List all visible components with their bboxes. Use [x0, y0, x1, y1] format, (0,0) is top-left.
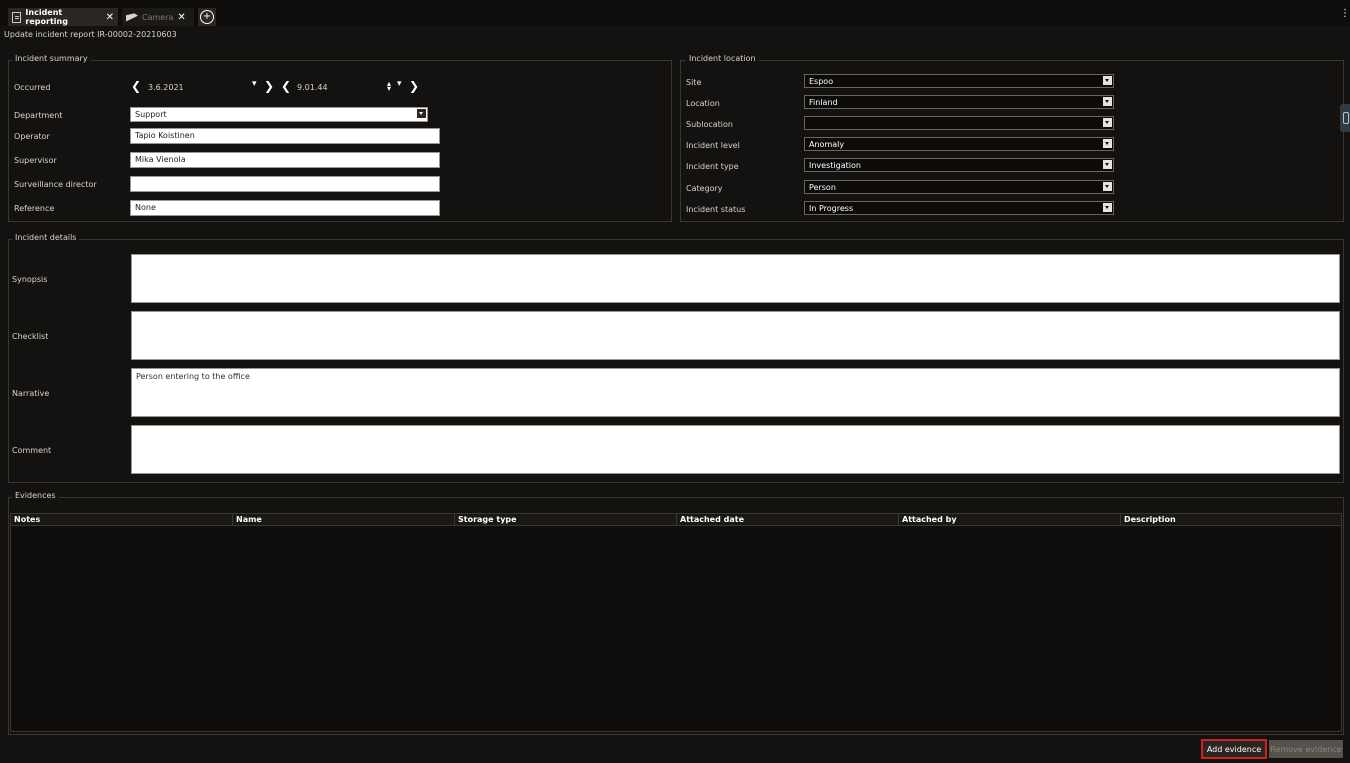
column-header-description[interactable]: Description [1121, 514, 1341, 526]
evidence-table: Notes Name Storage type Attached date At… [10, 513, 1342, 732]
date-dropdown-icon[interactable]: ▾ [252, 79, 257, 89]
column-header-attached-by[interactable]: Attached by [899, 514, 1121, 526]
incident-location-title: Incident location [686, 54, 759, 63]
occurred-time[interactable]: 9.01.44 [297, 83, 328, 92]
checklist-field[interactable] [131, 311, 1340, 360]
incident-summary-title: Incident summary [12, 54, 91, 63]
tab-label: Camera [142, 12, 174, 22]
occurred-label: Occurred [14, 83, 51, 92]
remove-evidence-button[interactable]: Remove evidence [1269, 740, 1343, 758]
chevron-down-icon [1103, 203, 1112, 212]
camera-icon [126, 13, 138, 22]
incident-status-value: In Progress [809, 204, 854, 213]
category-select[interactable]: Person [804, 180, 1114, 194]
date-next-icon[interactable]: ❯ [264, 79, 274, 93]
checklist-label: Checklist [12, 332, 49, 341]
surveillance-director-label: Surveillance director [14, 180, 97, 189]
reference-label: Reference [14, 204, 55, 213]
operator-field[interactable]: Tapio Koistinen [130, 128, 440, 144]
location-label: Location [686, 99, 720, 108]
incident-status-label: Incident status [686, 205, 746, 214]
reference-field[interactable]: None [130, 200, 440, 216]
side-panel-toggle-icon[interactable] [1340, 104, 1350, 132]
time-dropdown-icon[interactable]: ▾ [397, 79, 402, 89]
supervisor-label: Supervisor [14, 156, 57, 165]
column-header-name[interactable]: Name [233, 514, 455, 526]
tab-incident-reporting[interactable]: Incident reporting ✕ [8, 8, 118, 26]
narrative-label: Narrative [12, 389, 50, 398]
department-value: Support [135, 110, 167, 119]
close-icon[interactable]: ✕ [106, 12, 114, 23]
chevron-down-icon [1103, 139, 1112, 148]
operator-label: Operator [14, 132, 50, 141]
location-select[interactable]: Finland [804, 95, 1114, 109]
chevron-down-icon [1103, 160, 1112, 169]
incident-details-title: Incident details [12, 233, 80, 242]
column-header-notes[interactable]: Notes [11, 514, 233, 526]
comment-field[interactable] [131, 425, 1340, 474]
time-next-icon[interactable]: ❯ [409, 79, 419, 93]
add-evidence-button[interactable]: Add evidence [1201, 739, 1267, 759]
department-select[interactable]: Support [130, 107, 428, 122]
category-label: Category [686, 184, 723, 193]
tab-camera[interactable]: Camera ✕ [122, 8, 194, 26]
chevron-down-icon [1103, 118, 1112, 127]
evidences-title: Evidences [12, 491, 59, 500]
chevron-down-icon [1103, 76, 1112, 85]
supervisor-field[interactable]: Mika Vienola [130, 152, 440, 168]
site-select[interactable]: Espoo [804, 74, 1114, 88]
incident-status-select[interactable]: In Progress [804, 201, 1114, 215]
chevron-down-icon [1103, 97, 1112, 106]
plus-circle-icon: + [200, 10, 214, 24]
column-header-storage-type[interactable]: Storage type [455, 514, 677, 526]
add-tab-button[interactable]: + [198, 8, 216, 26]
category-value: Person [809, 183, 836, 192]
incident-level-label: Incident level [686, 141, 740, 150]
incident-type-label: Incident type [686, 162, 739, 171]
sublocation-select[interactable] [804, 116, 1114, 130]
site-label: Site [686, 78, 702, 87]
date-prev-icon[interactable]: ❮ [131, 79, 141, 93]
comment-label: Comment [12, 446, 52, 455]
site-value: Espoo [809, 77, 834, 86]
surveillance-director-field[interactable] [130, 176, 440, 192]
department-label: Department [14, 111, 63, 120]
column-header-attached-date[interactable]: Attached date [677, 514, 899, 526]
time-prev-icon[interactable]: ❮ [281, 79, 291, 93]
tab-label: Incident reporting [25, 8, 68, 26]
window-subtitle: Update incident report IR-00002-20210603 [4, 30, 177, 39]
incident-level-value: Anomaly [809, 140, 845, 149]
menu-icon[interactable]: ⋮ [1340, 8, 1350, 19]
sublocation-label: Sublocation [686, 120, 733, 129]
occurred-date[interactable]: 3.6.2021 [148, 83, 184, 92]
incident-type-select[interactable]: Investigation [804, 158, 1114, 172]
time-spinner-icon[interactable]: ▴ ▾ [387, 80, 391, 93]
chevron-down-icon [417, 109, 426, 118]
synopsis-field[interactable] [131, 254, 1340, 303]
incident-level-select[interactable]: Anomaly [804, 137, 1114, 151]
narrative-field[interactable]: Person entering to the office [131, 368, 1340, 417]
chevron-down-icon [1103, 182, 1112, 191]
close-icon[interactable]: ✕ [177, 12, 185, 23]
location-value: Finland [809, 98, 838, 107]
incident-type-value: Investigation [809, 161, 861, 170]
document-icon [12, 11, 22, 23]
synopsis-label: Synopsis [12, 275, 48, 284]
